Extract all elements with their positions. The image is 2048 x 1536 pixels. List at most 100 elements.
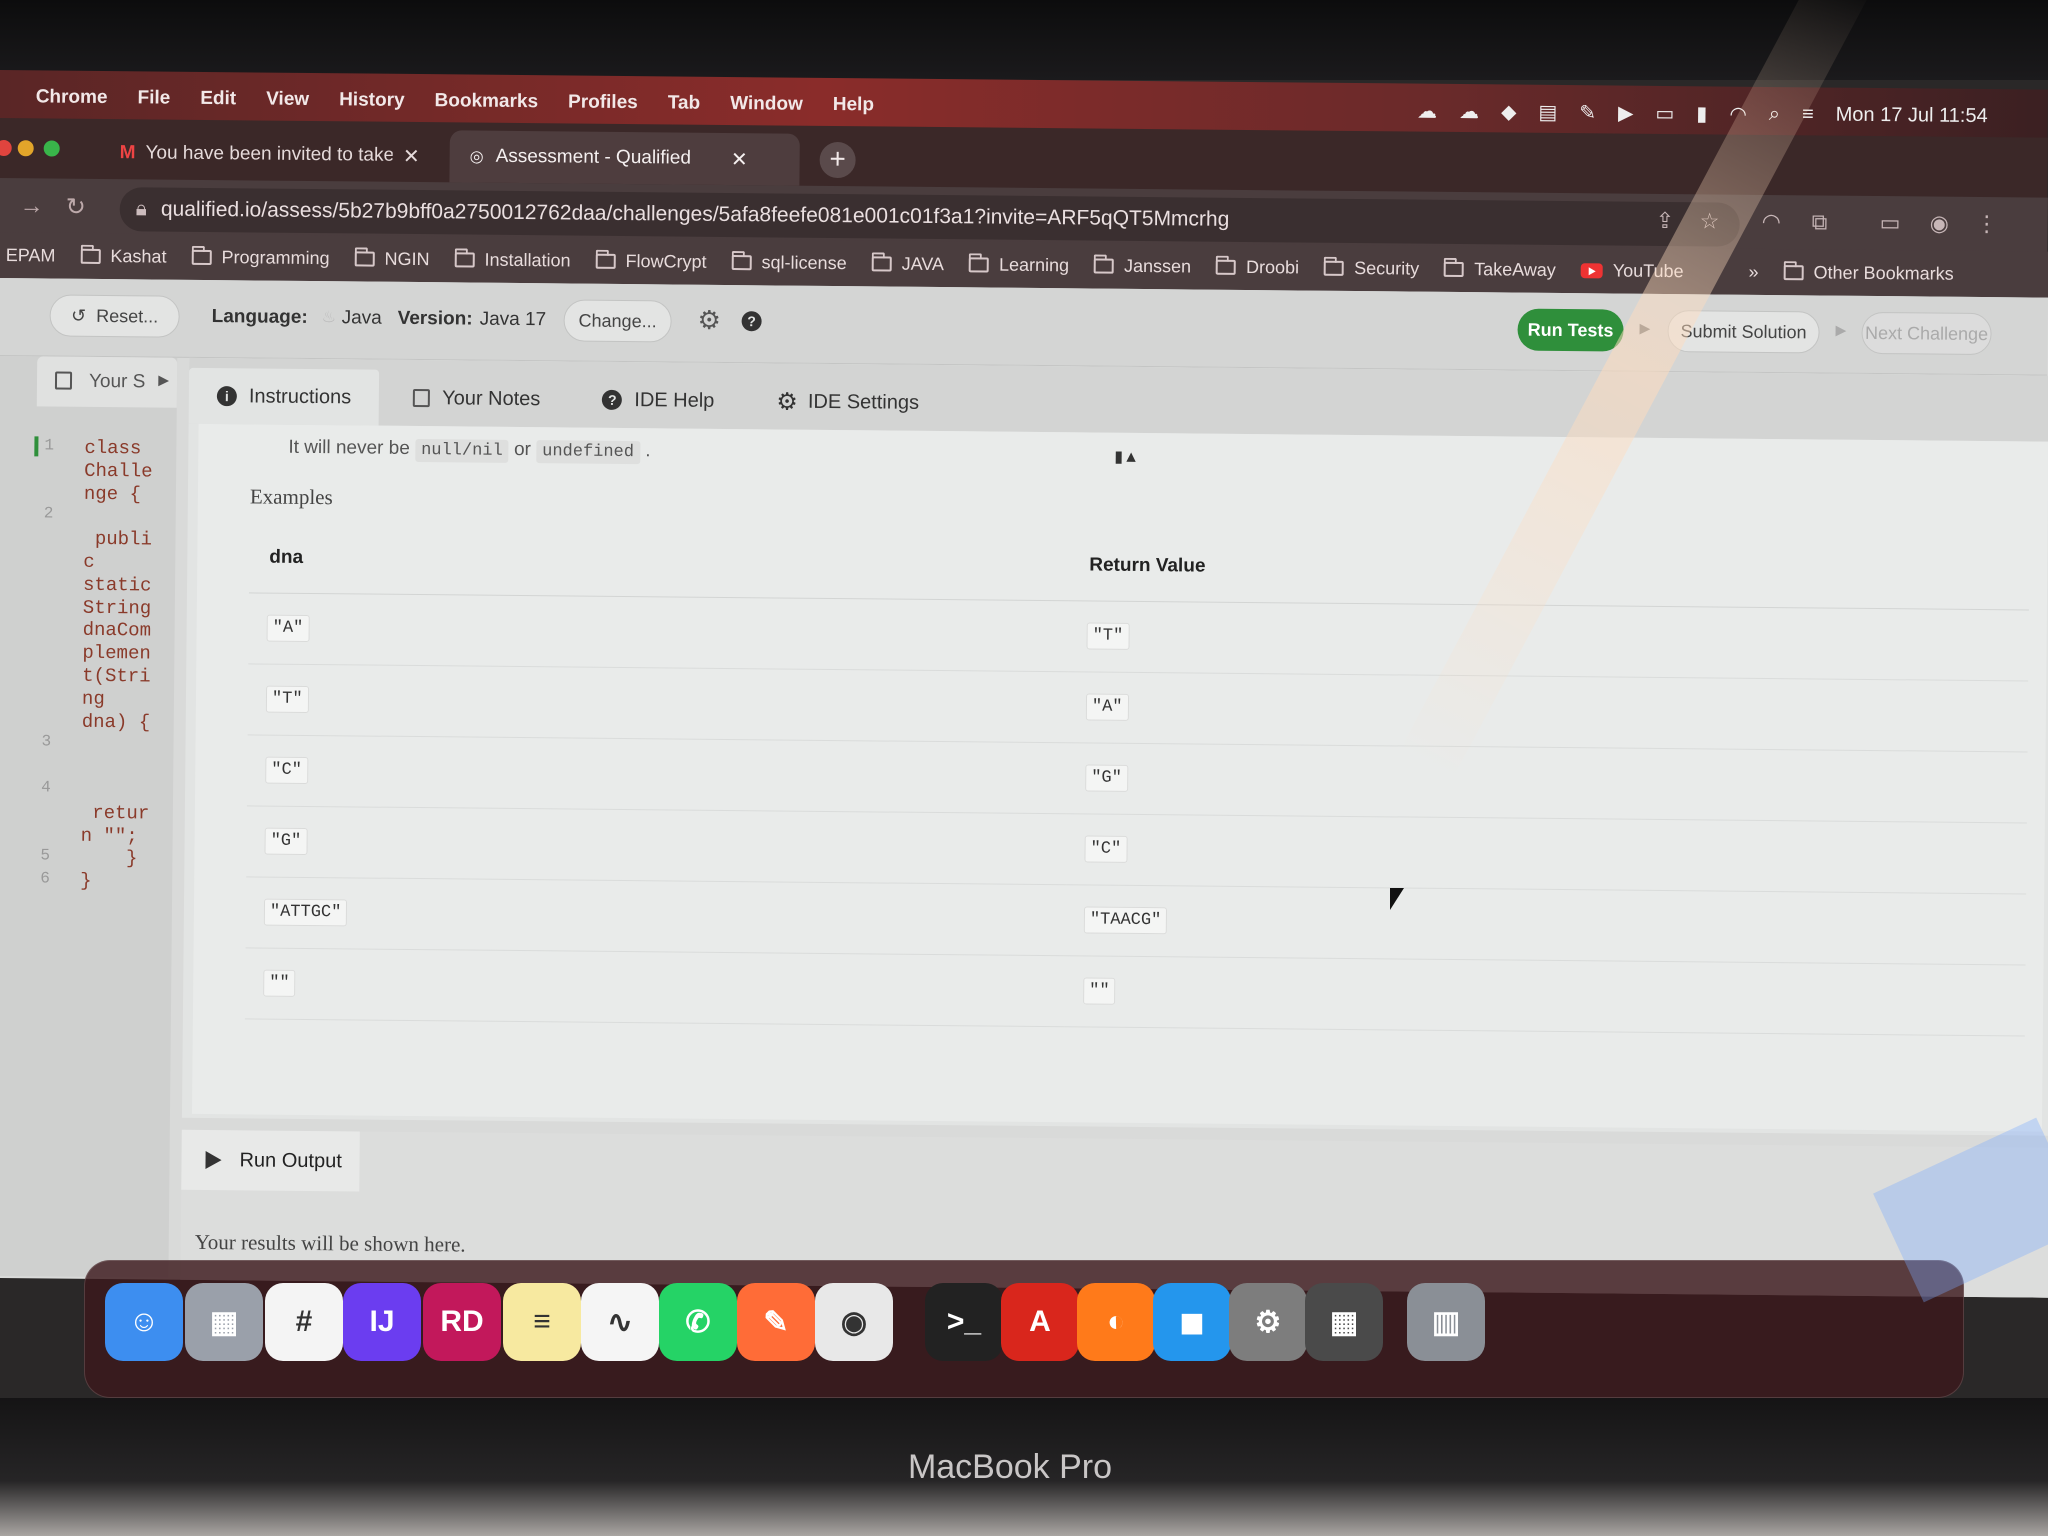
bookmark-learning[interactable]: Learning bbox=[968, 254, 1069, 276]
examples-heading: Examples bbox=[249, 484, 333, 510]
code-line: Challe bbox=[84, 459, 153, 483]
code-line: class bbox=[84, 436, 142, 460]
clipboard-icon[interactable]: ▤ bbox=[1538, 99, 1557, 124]
menu-kebab-icon[interactable]: ⋮ bbox=[1976, 211, 1998, 237]
java-icon: ♨ bbox=[321, 309, 337, 327]
tab-instructions[interactable]: i Instructions bbox=[188, 367, 380, 426]
bookmark-janssen[interactable]: Janssen bbox=[1093, 255, 1191, 277]
sidebar-icon[interactable]: ▭ bbox=[1880, 210, 1901, 236]
bookmark-programming[interactable]: Programming bbox=[191, 246, 330, 268]
profile-icon[interactable]: ◉ bbox=[1930, 211, 1949, 237]
forward-icon[interactable]: → bbox=[20, 192, 44, 220]
code-editor[interactable]: Your S ▶ 1 class Challe nge {2 publi c static… bbox=[0, 355, 178, 1278]
new-tab-button[interactable]: + bbox=[819, 141, 856, 179]
next-challenge-button[interactable]: Next Challenge bbox=[1861, 311, 1992, 356]
tab-ide-settings[interactable]: ⚙ IDE Settings bbox=[748, 373, 947, 431]
active-line-marker bbox=[34, 436, 39, 457]
share-icon[interactable]: ⇪ bbox=[1656, 208, 1675, 234]
bookmark-sql-license[interactable]: sql-license bbox=[731, 252, 847, 274]
version-label: Version: bbox=[397, 307, 473, 330]
bookmark-ngin[interactable]: NGIN bbox=[354, 248, 430, 270]
info-icon: i bbox=[216, 386, 237, 407]
extension-icon[interactable]: ◠ bbox=[1762, 209, 1781, 235]
menu-help[interactable]: Help bbox=[833, 94, 874, 116]
menu-profiles[interactable]: Profiles bbox=[568, 91, 638, 114]
close-tab-icon[interactable]: ✕ bbox=[403, 143, 420, 168]
zoom-window-button[interactable] bbox=[43, 140, 60, 157]
shield-icon[interactable]: ◆ bbox=[1501, 99, 1517, 124]
editor-tab-your-solution[interactable]: Your S ▶ bbox=[36, 356, 178, 408]
acrobat-icon[interactable]: A bbox=[1001, 1283, 1079, 1361]
code-value: "" bbox=[263, 969, 296, 997]
reload-icon[interactable]: ↻ bbox=[66, 193, 86, 222]
close-tab-icon[interactable]: ✕ bbox=[731, 147, 748, 172]
chevron-right-icon[interactable]: ▶ bbox=[158, 372, 169, 389]
bookmark-java[interactable]: JAVA bbox=[871, 253, 944, 275]
puzzle-icon[interactable]: ⧉ bbox=[1812, 209, 1828, 235]
menu-tab[interactable]: Tab bbox=[668, 92, 701, 114]
notes-icon[interactable]: ≡ bbox=[503, 1283, 581, 1361]
instructions-content[interactable]: It will never be null/nil or undefined .… bbox=[191, 423, 2048, 1132]
settings-gear-icon[interactable]: ⚙ bbox=[697, 305, 721, 336]
menu-bookmarks[interactable]: Bookmarks bbox=[434, 90, 538, 113]
caret-right-icon: ▶ bbox=[1835, 321, 1847, 338]
code-value: "C" bbox=[265, 756, 309, 784]
language-value: Java bbox=[341, 307, 382, 329]
tab-your-notes[interactable]: Your Notes bbox=[385, 370, 569, 428]
slack-icon[interactable]: # bbox=[265, 1283, 343, 1361]
freeform-icon[interactable]: ∿ bbox=[581, 1283, 659, 1361]
menu-edit[interactable]: Edit bbox=[200, 88, 236, 110]
bookmark-flowcrypt[interactable]: FlowCrypt bbox=[595, 250, 707, 272]
tool-icon[interactable]: ✎ bbox=[1579, 100, 1596, 125]
weather-icon[interactable]: ☁ bbox=[1417, 98, 1437, 123]
close-window-button[interactable] bbox=[0, 139, 12, 157]
other-bookmarks[interactable]: Other Bookmarks bbox=[1783, 262, 1954, 285]
bookmark-security[interactable]: Security bbox=[1324, 257, 1419, 279]
tab-gmail[interactable]: M You have been invited to take ✕ bbox=[99, 127, 439, 182]
bookmark-installation[interactable]: Installation bbox=[454, 249, 571, 271]
help-icon[interactable]: ? bbox=[741, 311, 762, 332]
menu-window[interactable]: Window bbox=[730, 93, 803, 116]
cloud-sync-icon[interactable]: ☁ bbox=[1459, 99, 1479, 124]
code-value: "A" bbox=[1085, 693, 1129, 721]
tab-ide-help[interactable]: ? IDE Help bbox=[574, 372, 743, 430]
youtube-icon bbox=[1580, 262, 1603, 278]
run-output-tab[interactable]: Run Output bbox=[181, 1129, 360, 1192]
file-icon bbox=[54, 371, 73, 390]
launchpad-icon[interactable]: ▦ bbox=[185, 1283, 263, 1361]
menu-chrome[interactable]: Chrome bbox=[36, 86, 108, 109]
battery-icon[interactable]: ▮ bbox=[1696, 101, 1707, 126]
chrome-icon[interactable]: ◉ bbox=[815, 1283, 893, 1361]
docker-icon[interactable]: ◼ bbox=[1153, 1283, 1231, 1361]
reset-button[interactable]: ↺ Reset... bbox=[49, 294, 180, 338]
minimize-window-button[interactable] bbox=[17, 140, 34, 157]
tab-qualified[interactable]: ◎ Assessment - Qualified ✕ bbox=[449, 130, 800, 186]
scroll-up-icon[interactable]: ▮▲ bbox=[1114, 447, 1139, 467]
calculator-icon[interactable]: ▦ bbox=[1305, 1283, 1383, 1361]
folder-icon bbox=[1093, 258, 1115, 274]
postman-icon[interactable]: ✎ bbox=[737, 1283, 815, 1361]
system-settings-icon[interactable]: ⚙ bbox=[1229, 1283, 1307, 1361]
clock[interactable]: Mon 17 Jul 11:54 bbox=[1836, 103, 1988, 127]
terminal-icon[interactable]: >_ bbox=[925, 1283, 1003, 1361]
bookmark-kashat[interactable]: Kashat bbox=[80, 245, 167, 267]
intellij-icon[interactable]: IJ bbox=[343, 1283, 421, 1361]
folder-icon bbox=[191, 249, 212, 265]
menu-history[interactable]: History bbox=[339, 89, 405, 112]
change-language-button[interactable]: Change... bbox=[563, 299, 672, 343]
menu-file[interactable]: File bbox=[137, 87, 170, 109]
rider-icon[interactable]: RD bbox=[423, 1283, 501, 1361]
display-icon[interactable]: ▭ bbox=[1655, 100, 1674, 125]
finder-icon[interactable]: ☺ bbox=[105, 1283, 183, 1361]
run-tests-button[interactable]: Run Tests bbox=[1517, 308, 1624, 352]
macbook-pro-label: MacBook Pro bbox=[907, 1448, 1113, 1486]
bookmark-epam[interactable]: EPAM bbox=[6, 245, 56, 266]
firefox-icon[interactable]: ◐ bbox=[1077, 1283, 1155, 1361]
trash-icon[interactable]: ▥ bbox=[1407, 1283, 1485, 1361]
play-icon[interactable]: ▶ bbox=[1618, 100, 1634, 125]
whatsapp-icon[interactable]: ✆ bbox=[659, 1283, 737, 1361]
bookmarks-overflow[interactable]: » bbox=[1748, 261, 1758, 282]
bookmark-droobi[interactable]: Droobi bbox=[1216, 256, 1299, 278]
bookmark-takeaway[interactable]: TakeAway bbox=[1444, 258, 1556, 280]
menu-view[interactable]: View bbox=[266, 89, 309, 111]
